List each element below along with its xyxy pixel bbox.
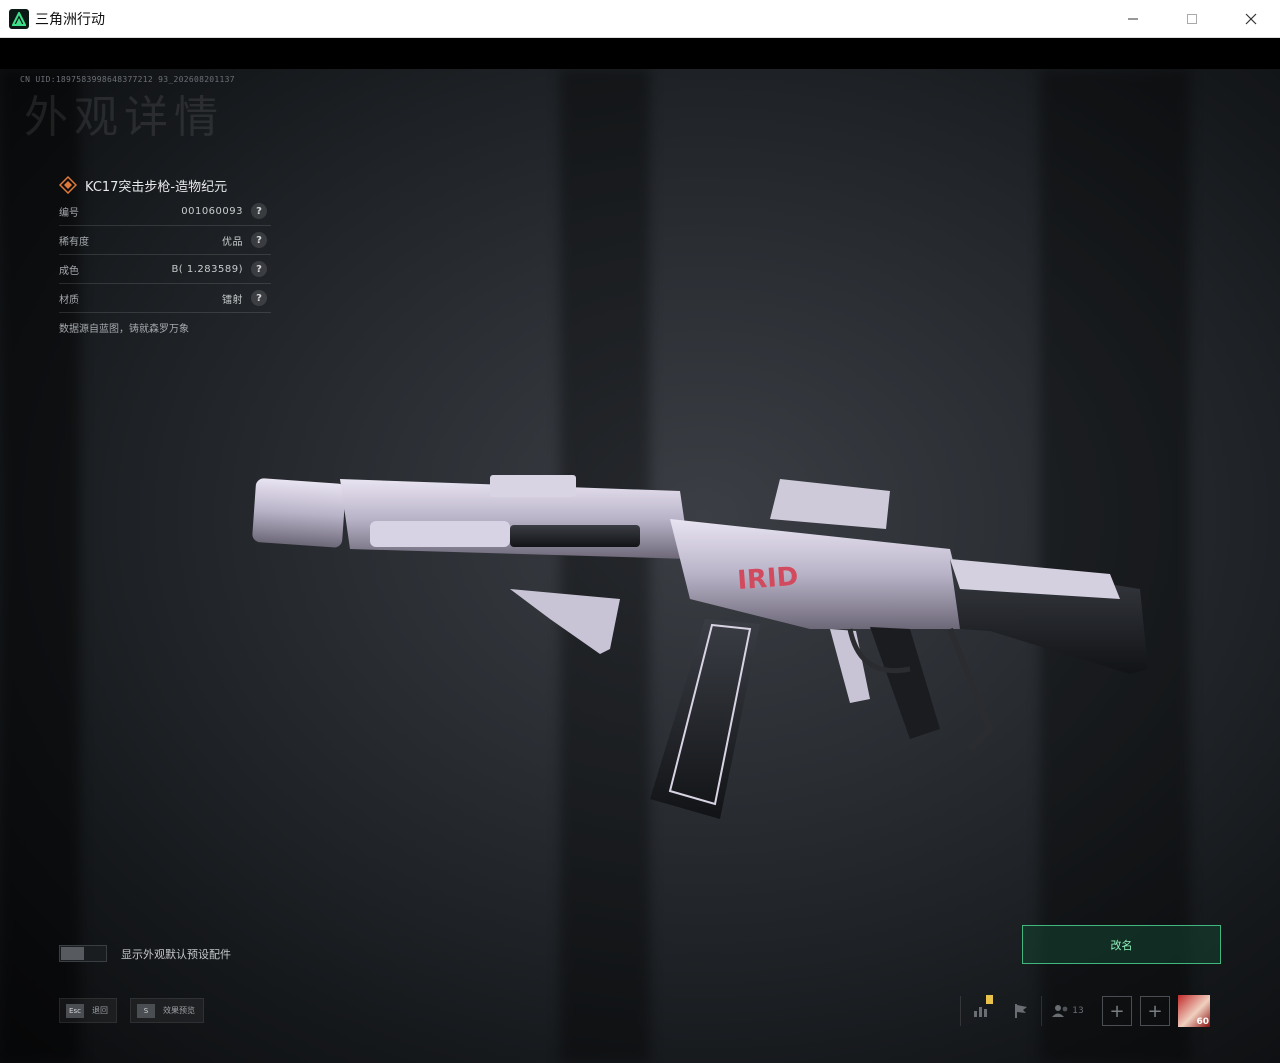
help-icon[interactable]: ? xyxy=(251,290,267,306)
hotkey-label: 效果预览 xyxy=(163,1006,195,1015)
item-info-panel: KC17突击步枪-造物纪元 编号 001060093 ? 稀有度 优品 ? 成色… xyxy=(59,173,271,335)
window-titlebar: 三角洲行动 xyxy=(0,0,1280,38)
info-label: 稀有度 xyxy=(59,236,89,248)
toggle-label: 显示外观默认预设配件 xyxy=(121,947,231,961)
info-label: 成色 xyxy=(59,265,79,277)
app-logo-icon xyxy=(9,8,29,29)
friends-count: 13 xyxy=(1072,1006,1084,1016)
friends-icon xyxy=(1052,1005,1068,1017)
info-row-wear: 成色 B( 1.283589) ? xyxy=(59,255,271,284)
bar-chart-icon xyxy=(974,1007,987,1017)
status-bar: 13 + + 60 xyxy=(960,995,1210,1027)
hotkey-label: 退回 xyxy=(92,1006,108,1015)
info-row-rarity: 稀有度 优品 ? xyxy=(59,226,271,255)
maximize-icon xyxy=(1186,14,1197,24)
item-name: KC17突击步枪-造物纪元 xyxy=(85,179,228,195)
info-label: 编号 xyxy=(59,207,79,219)
add-slot-button[interactable]: + xyxy=(1140,996,1170,1026)
info-value: B( 1.283589) xyxy=(171,263,243,275)
add-slot-button[interactable]: + xyxy=(1102,996,1132,1026)
toggle-knob xyxy=(61,947,84,960)
friends-button[interactable]: 13 xyxy=(1042,1004,1094,1018)
default-attachments-toggle[interactable] xyxy=(59,945,107,962)
help-icon[interactable]: ? xyxy=(251,203,267,219)
avatar-level: 60 xyxy=(1196,1017,1209,1027)
close-button[interactable] xyxy=(1221,0,1280,38)
minimize-button[interactable] xyxy=(1103,0,1162,38)
info-value: 镭射 xyxy=(222,294,243,306)
notification-badge xyxy=(986,995,993,1004)
item-description: 数据源自蓝图，铸就森罗万象 xyxy=(59,324,189,335)
item-title: KC17突击步枪-造物纪元 xyxy=(59,173,271,197)
help-icon[interactable]: ? xyxy=(251,232,267,248)
stats-button[interactable] xyxy=(961,995,1001,1027)
info-row-material: 材质 镭射 ? xyxy=(59,284,271,313)
minimize-icon xyxy=(1127,18,1138,20)
help-icon[interactable]: ? xyxy=(251,261,267,277)
info-value: 001060093 xyxy=(181,205,243,217)
hotkey-bar: Esc 退回 S 效果预览 xyxy=(59,998,217,1023)
ghost-page-title: 外观详情 xyxy=(24,92,224,143)
default-attachments-toggle-row: 显示外观默认预设配件 xyxy=(59,945,231,962)
flag-icon xyxy=(1015,1004,1027,1018)
info-row-serial: 编号 001060093 ? xyxy=(59,197,271,226)
weapon-decal-text: IRID xyxy=(736,562,799,596)
weapon-render[interactable]: IRID xyxy=(250,399,1150,839)
top-black-strip xyxy=(0,38,1280,69)
info-value: 优品 xyxy=(222,236,243,248)
hotkey-back[interactable]: Esc 退回 xyxy=(59,998,117,1023)
window-title: 三角洲行动 xyxy=(35,11,105,28)
keycap: S xyxy=(137,1003,155,1018)
flag-button[interactable] xyxy=(1001,995,1041,1027)
close-icon xyxy=(1245,13,1256,25)
hotkey-preview[interactable]: S 效果预览 xyxy=(130,998,204,1023)
maximize-button[interactable] xyxy=(1162,0,1221,38)
game-viewport: CN UID:1897583998648377212 93_2026082011… xyxy=(0,69,1280,1063)
info-label: 材质 xyxy=(59,294,79,306)
keycap: Esc xyxy=(66,1003,84,1018)
rename-button[interactable]: 改名 xyxy=(1022,925,1221,964)
avatar[interactable]: 60 xyxy=(1178,995,1210,1027)
rarity-diamond-icon xyxy=(59,176,77,194)
